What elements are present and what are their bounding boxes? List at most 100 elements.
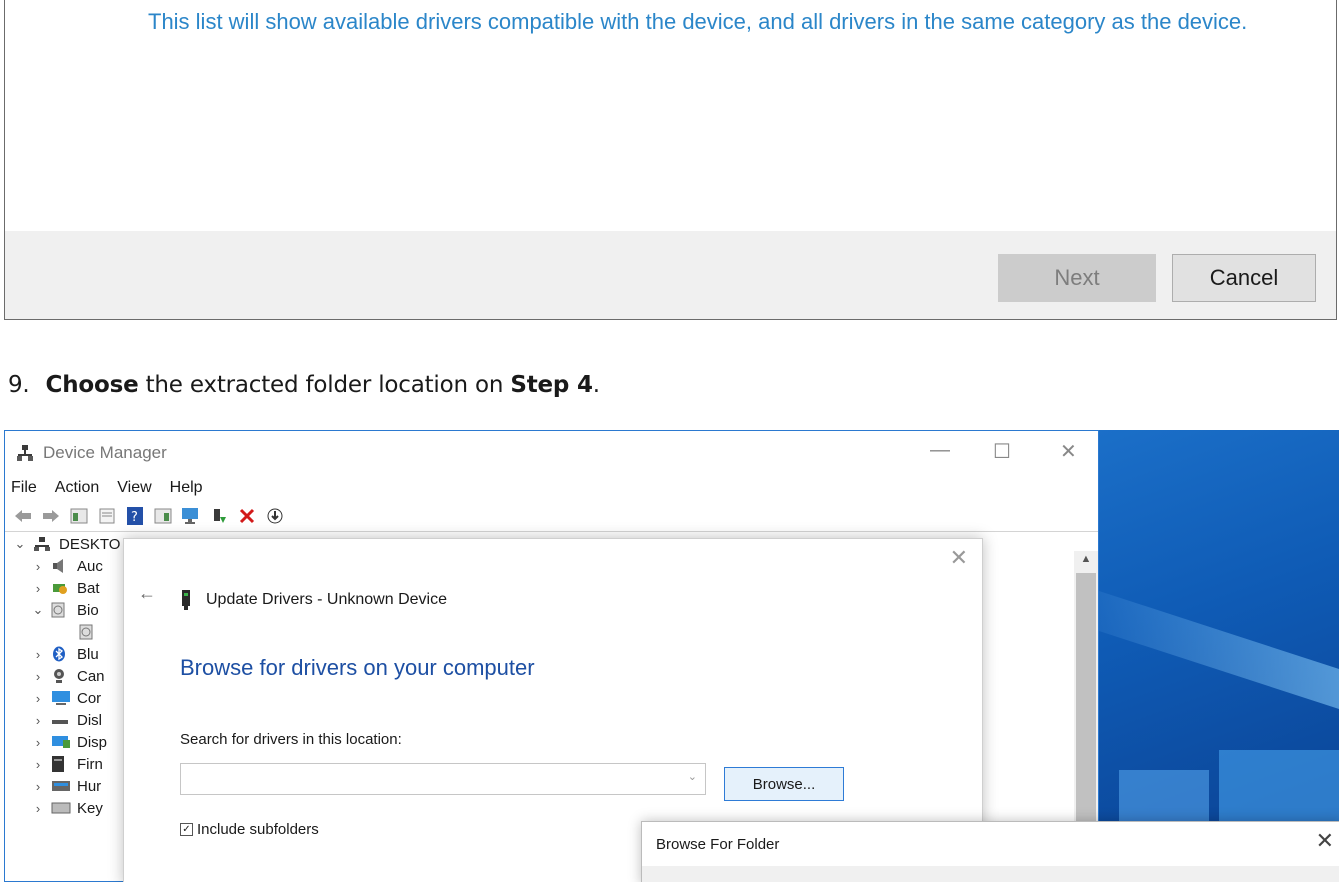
chevron-down-icon[interactable]: ⌄ xyxy=(688,770,697,783)
dialog-header-text: Update Drivers - Unknown Device xyxy=(206,591,447,608)
include-subfolders-checkbox[interactable]: ✓ Include subfolders xyxy=(180,821,319,838)
browse-button[interactable]: Browse... xyxy=(724,767,844,801)
scan-hardware-icon[interactable] xyxy=(181,507,201,525)
tree-item[interactable]: › Cor xyxy=(5,687,125,709)
wizard-footer: Next Cancel xyxy=(5,231,1336,319)
tree-item[interactable]: ⌄ DESKTO xyxy=(5,533,125,555)
window-title: Device Manager xyxy=(43,443,167,462)
tree-label: DESKTO xyxy=(59,535,121,553)
close-icon[interactable]: ✕ xyxy=(1316,828,1334,854)
tree-item[interactable]: › Blu xyxy=(5,643,125,665)
forward-arrow-icon[interactable] xyxy=(41,507,61,525)
driver-list-description: This list will show available drivers co… xyxy=(148,9,1248,34)
keyboard-icon xyxy=(51,800,71,816)
step-number: 9. xyxy=(8,372,30,398)
back-arrow-icon[interactable] xyxy=(13,507,33,525)
step-bold-step4: Step 4 xyxy=(510,372,593,398)
desktop-background xyxy=(1099,430,1339,882)
device-manager-window: Device Manager — ☐ ✕ File Action View He… xyxy=(4,430,1339,882)
wallpaper-beam xyxy=(1099,591,1339,709)
next-button[interactable]: Next xyxy=(998,254,1156,302)
browse-for-folder-dialog: Browse For Folder ✕ xyxy=(641,821,1339,882)
toolbar: ? xyxy=(5,501,1098,532)
biometric-icon xyxy=(51,602,71,618)
chevron-right-icon[interactable]: › xyxy=(31,779,45,794)
driver-list-wizard-screenshot: This list will show available drivers co… xyxy=(4,0,1337,320)
chevron-down-icon[interactable]: ⌄ xyxy=(31,602,45,618)
tree-item[interactable]: ⌄ Bio xyxy=(5,599,125,621)
download-icon[interactable] xyxy=(265,507,285,525)
device-tree: ⌄ DESKTO › Auc › Bat ⌄ Bio › Blu › Can ›… xyxy=(5,533,125,819)
bluetooth-icon xyxy=(51,646,71,662)
update-driver-icon[interactable] xyxy=(209,507,229,525)
chevron-down-icon[interactable]: ⌄ xyxy=(13,536,27,552)
tree-item[interactable]: › Disp xyxy=(5,731,125,753)
maximize-icon[interactable]: ☐ xyxy=(993,439,1011,464)
close-icon[interactable]: ✕ xyxy=(950,545,968,571)
step-period: . xyxy=(592,372,600,398)
chevron-right-icon[interactable]: › xyxy=(31,713,45,728)
tree-label: Disl xyxy=(77,711,102,729)
device-manager-icon xyxy=(15,443,35,463)
tree-item[interactable]: › Can xyxy=(5,665,125,687)
checkbox-checked-icon[interactable]: ✓ xyxy=(180,823,193,836)
firmware-icon xyxy=(51,756,71,772)
monitor-icon xyxy=(51,690,71,706)
chevron-right-icon[interactable]: › xyxy=(31,669,45,684)
tree-item[interactable] xyxy=(5,621,125,643)
tree-label: Cor xyxy=(77,689,102,707)
back-arrow-icon[interactable]: ← xyxy=(138,583,156,604)
minimize-icon[interactable]: — xyxy=(930,439,950,462)
search-location-label: Search for drivers in this location: xyxy=(180,731,402,748)
fingerprint-icon xyxy=(79,624,99,640)
svg-text:?: ? xyxy=(131,510,138,525)
step-text: the extracted folder location on xyxy=(138,372,511,398)
tree-label: Bat xyxy=(77,579,100,597)
title-bar[interactable]: Device Manager — ☐ ✕ xyxy=(5,431,1098,475)
properties-pane-icon[interactable] xyxy=(69,507,89,525)
chevron-right-icon[interactable]: › xyxy=(31,559,45,574)
include-subfolders-label: Include subfolders xyxy=(197,821,319,838)
step-instruction: 9. Choose the extracted folder location o… xyxy=(8,372,600,398)
tree-label: Bio xyxy=(77,601,99,619)
chevron-right-icon[interactable]: › xyxy=(31,801,45,816)
search-location-input[interactable] xyxy=(181,764,669,794)
disk-icon xyxy=(51,712,71,728)
chevron-right-icon[interactable]: › xyxy=(31,647,45,662)
tree-label: Firn xyxy=(77,755,103,773)
chevron-right-icon[interactable]: › xyxy=(31,581,45,596)
menu-action[interactable]: Action xyxy=(55,479,99,497)
help-icon[interactable]: ? xyxy=(125,507,145,525)
chevron-right-icon[interactable]: › xyxy=(31,691,45,706)
tree-label: Disp xyxy=(77,733,108,751)
tree-item[interactable]: › Bat xyxy=(5,577,125,599)
tree-label: Can xyxy=(77,667,105,685)
tree-label: Hur xyxy=(77,777,102,795)
audio-icon xyxy=(51,558,71,574)
browse-folder-title: Browse For Folder xyxy=(656,836,780,853)
tree-item[interactable]: › Auc xyxy=(5,555,125,577)
uninstall-x-icon[interactable] xyxy=(237,507,257,525)
search-location-combobox[interactable]: ⌄ xyxy=(180,763,706,795)
unknown-device-icon xyxy=(180,589,192,611)
menu-help[interactable]: Help xyxy=(170,479,203,497)
properties-icon[interactable] xyxy=(97,507,117,525)
tree-item[interactable]: › Disl xyxy=(5,709,125,731)
computer-icon xyxy=(33,536,53,552)
chevron-right-icon[interactable]: › xyxy=(31,757,45,772)
tree-item[interactable]: › Firn xyxy=(5,753,125,775)
hid-icon xyxy=(51,778,71,794)
close-icon[interactable]: ✕ xyxy=(1060,439,1077,464)
device-manager-screenshot: Device Manager — ☐ ✕ File Action View He… xyxy=(4,430,1339,882)
view-pane-icon[interactable] xyxy=(153,507,173,525)
tree-item[interactable]: › Key xyxy=(5,797,125,819)
menu-file[interactable]: File xyxy=(11,479,37,497)
chevron-right-icon[interactable]: › xyxy=(31,735,45,750)
scroll-up-icon[interactable]: ▲ xyxy=(1074,551,1098,565)
tree-item[interactable]: › Hur xyxy=(5,775,125,797)
browse-folder-body xyxy=(642,866,1339,882)
menu-view[interactable]: View xyxy=(117,479,151,497)
camera-icon xyxy=(51,668,71,684)
tree-label: Blu xyxy=(77,645,99,663)
cancel-button[interactable]: Cancel xyxy=(1172,254,1316,302)
